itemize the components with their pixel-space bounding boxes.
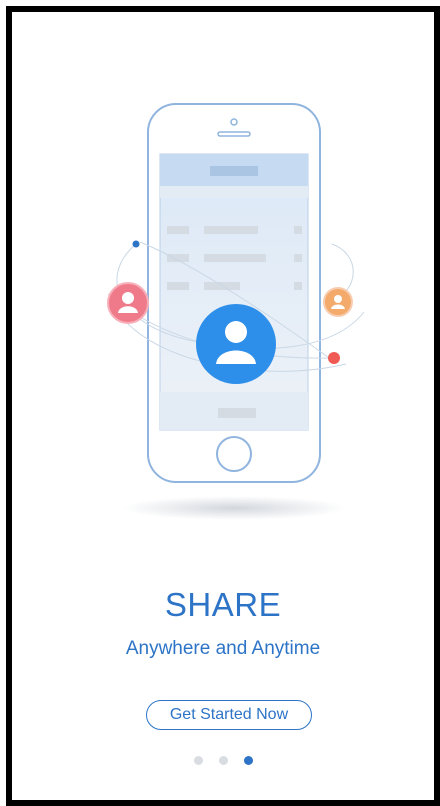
page-subtitle: Anywhere and Anytime (125, 638, 321, 659)
left-avatar-icon (107, 282, 149, 324)
page-dot-3[interactable] (243, 756, 253, 765)
orbit-dot-blue (132, 240, 140, 248)
phone-shadow (122, 496, 346, 520)
page-dot-1[interactable] (193, 756, 203, 765)
get-started-button[interactable]: Get Started Now (146, 700, 312, 730)
share-illustration (107, 103, 365, 520)
page-title: SHARE (164, 586, 282, 623)
main-avatar-icon (196, 304, 276, 384)
orbit-dot-red (328, 352, 340, 364)
app-screen: SHARE Anywhere and Anytime Get Started N… (6, 6, 440, 806)
page-indicator (12, 756, 434, 765)
page-dot-2[interactable] (218, 756, 228, 765)
right-avatar-icon (323, 287, 353, 317)
